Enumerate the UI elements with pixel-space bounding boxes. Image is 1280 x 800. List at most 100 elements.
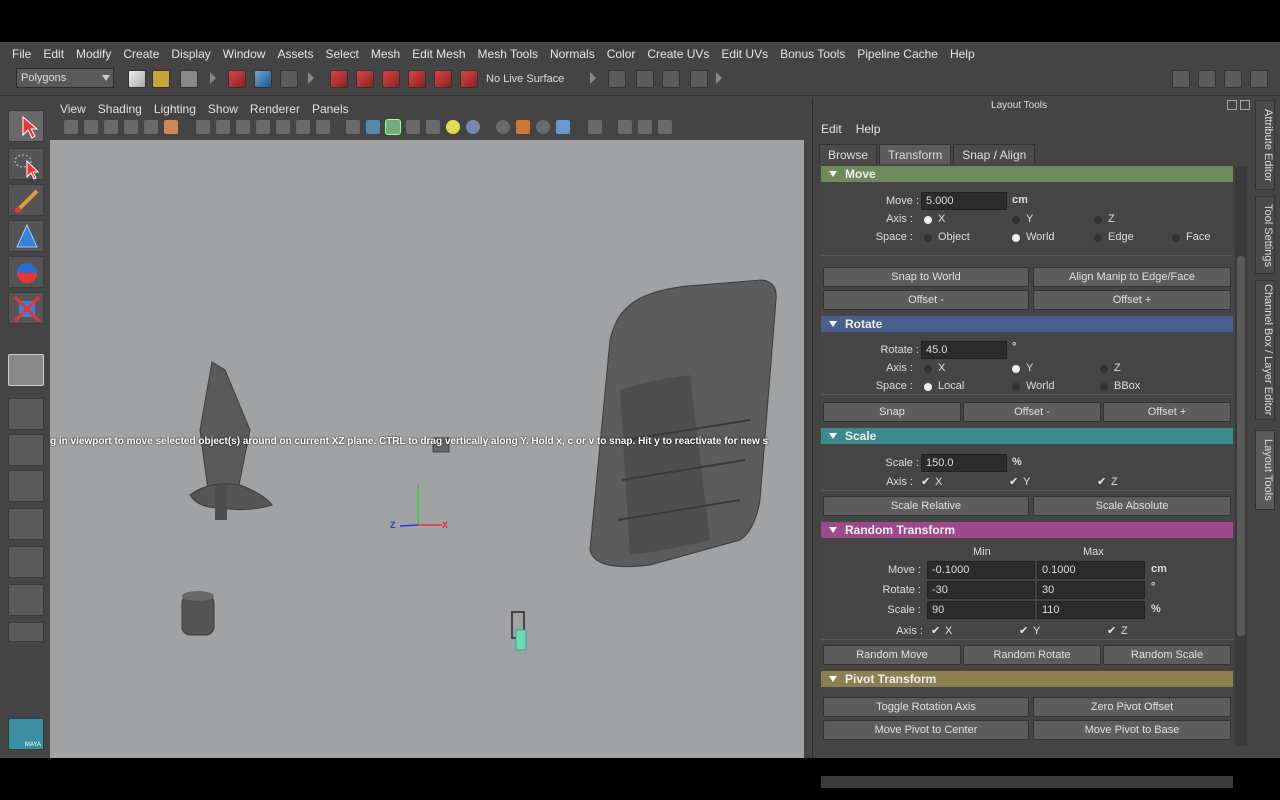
collapse-arrow-icon[interactable] bbox=[590, 72, 596, 84]
camera-attributes-icon[interactable] bbox=[84, 120, 98, 134]
move-axis-z-radio[interactable] bbox=[1094, 216, 1102, 224]
gate-mask-icon[interactable] bbox=[256, 120, 270, 134]
pivot-transform-section-header[interactable]: Pivot Transform bbox=[821, 671, 1233, 687]
scale-tool-icon[interactable] bbox=[8, 292, 44, 324]
move-offset-minus-button[interactable]: Offset - bbox=[823, 290, 1029, 310]
random-rotate-min-field[interactable]: -30 bbox=[927, 581, 1035, 599]
random-axis-y-checkbox[interactable]: ✔ bbox=[1019, 624, 1028, 637]
channel-box-toggle-icon[interactable] bbox=[1250, 70, 1268, 88]
move-section-header[interactable]: Move bbox=[821, 166, 1233, 182]
open-scene-icon[interactable] bbox=[152, 70, 170, 88]
tab-browse[interactable]: Browse bbox=[819, 144, 878, 164]
rotate-value-field[interactable]: 45.0 bbox=[921, 341, 1007, 359]
space-edge-radio[interactable] bbox=[1094, 234, 1102, 242]
scale-section-header[interactable]: Scale bbox=[821, 428, 1233, 444]
rotate-axis-x-radio[interactable] bbox=[924, 365, 932, 373]
move-tool-icon[interactable] bbox=[8, 220, 44, 252]
random-rotate-max-field[interactable]: 30 bbox=[1037, 581, 1145, 599]
select-object-icon[interactable] bbox=[254, 70, 272, 88]
selected-ladder-object[interactable] bbox=[511, 611, 527, 651]
motion-blur-icon[interactable] bbox=[516, 120, 530, 134]
xray-components-icon[interactable] bbox=[658, 120, 672, 134]
menu-create[interactable]: Create bbox=[117, 47, 165, 61]
menu-normals[interactable]: Normals bbox=[544, 47, 601, 61]
move-pivot-center-button[interactable]: Move Pivot to Center bbox=[823, 720, 1029, 740]
menu-edit-uvs[interactable]: Edit UVs bbox=[715, 47, 774, 61]
scale-relative-button[interactable]: Scale Relative bbox=[823, 496, 1029, 516]
side-tab-tool-settings[interactable]: Tool Settings bbox=[1255, 196, 1275, 274]
random-axis-x-checkbox[interactable]: ✔ bbox=[931, 624, 940, 637]
checker-icon[interactable] bbox=[426, 120, 440, 134]
random-scale-max-field[interactable]: 110 bbox=[1037, 601, 1145, 619]
move-pivot-base-button[interactable]: Move Pivot to Base bbox=[1033, 720, 1231, 740]
rotate-tool-icon[interactable] bbox=[8, 256, 44, 288]
attribute-editor-toggle-icon[interactable] bbox=[1198, 70, 1216, 88]
menu-mesh[interactable]: Mesh bbox=[365, 47, 406, 61]
align-manip-button[interactable]: Align Manip to Edge/Face bbox=[1033, 267, 1231, 287]
field-chart-icon[interactable] bbox=[276, 120, 290, 134]
lights-icon[interactable] bbox=[446, 120, 460, 134]
xray-icon[interactable] bbox=[618, 120, 632, 134]
snap-view-plane-icon[interactable] bbox=[408, 70, 426, 88]
save-scene-icon[interactable] bbox=[180, 70, 198, 88]
menu-window[interactable]: Window bbox=[217, 47, 272, 61]
film-gate-icon[interactable] bbox=[216, 120, 230, 134]
tablet-object[interactable] bbox=[589, 279, 777, 568]
menu-edit[interactable]: Edit bbox=[37, 47, 70, 61]
four-view-layout-icon[interactable] bbox=[8, 434, 44, 466]
scrollbar-thumb[interactable] bbox=[1237, 256, 1245, 636]
zero-pivot-offset-button[interactable]: Zero Pivot Offset bbox=[1033, 697, 1231, 717]
space-world-radio[interactable] bbox=[1012, 234, 1020, 242]
ssao-icon[interactable] bbox=[496, 120, 510, 134]
horizontal-scrollbar[interactable] bbox=[821, 776, 1233, 788]
panel-menu-edit[interactable]: Edit bbox=[821, 122, 842, 136]
safe-title-icon[interactable] bbox=[316, 120, 330, 134]
render-view-icon[interactable] bbox=[608, 70, 626, 88]
menu-edit-mesh[interactable]: Edit Mesh bbox=[406, 47, 471, 61]
menu-modify[interactable]: Modify bbox=[70, 47, 117, 61]
rotate-axis-z-radio[interactable] bbox=[1100, 365, 1108, 373]
rotate-offset-minus-button[interactable]: Offset - bbox=[963, 402, 1101, 422]
move-axis-x-radio[interactable] bbox=[924, 216, 932, 224]
random-scale-button[interactable]: Random Scale bbox=[1103, 645, 1231, 665]
tab-transform[interactable]: Transform bbox=[879, 144, 952, 164]
random-move-max-field[interactable]: 0.1000 bbox=[1037, 561, 1145, 579]
rotate-space-bbox-radio[interactable] bbox=[1100, 383, 1108, 391]
rotate-section-header[interactable]: Rotate bbox=[821, 316, 1233, 332]
vertical-scrollbar[interactable] bbox=[1235, 166, 1247, 746]
persp-outliner-layout-icon[interactable] bbox=[8, 470, 44, 502]
close-icon[interactable] bbox=[1240, 100, 1250, 110]
float-panel-icon[interactable] bbox=[1227, 100, 1237, 110]
menu-mesh-tools[interactable]: Mesh Tools bbox=[472, 47, 544, 61]
rotate-axis-y-radio[interactable] bbox=[1012, 365, 1020, 373]
resolution-gate-icon[interactable] bbox=[236, 120, 250, 134]
scale-axis-z-checkbox[interactable]: ✔ bbox=[1097, 475, 1106, 488]
smooth-shade-icon[interactable] bbox=[366, 120, 380, 134]
isolate-select-icon[interactable] bbox=[588, 120, 602, 134]
menu-bonus-tools[interactable]: Bonus Tools bbox=[774, 47, 851, 61]
scale-value-field[interactable]: 150.0 bbox=[921, 454, 1007, 472]
tab-snap-align[interactable]: Snap / Align bbox=[953, 144, 1036, 164]
space-object-radio[interactable] bbox=[924, 234, 932, 242]
tool-settings-toggle-icon[interactable] bbox=[1224, 70, 1242, 88]
live-surface-label[interactable]: No Live Surface bbox=[486, 73, 564, 85]
toggle-rotation-axis-button[interactable]: Toggle Rotation Axis bbox=[823, 697, 1029, 717]
perspective-viewport[interactable]: X Z g in viewport to move selected objec… bbox=[50, 140, 804, 758]
rotate-snap-button[interactable]: Snap bbox=[823, 402, 961, 422]
side-tab-channel-box[interactable]: Channel Box / Layer Editor bbox=[1255, 280, 1275, 420]
random-scale-min-field[interactable]: 90 bbox=[927, 601, 1035, 619]
random-transform-section-header[interactable]: Random Transform bbox=[821, 522, 1233, 538]
scale-axis-x-checkbox[interactable]: ✔ bbox=[921, 475, 930, 488]
render-settings-icon[interactable] bbox=[690, 70, 708, 88]
scale-axis-y-checkbox[interactable]: ✔ bbox=[1009, 475, 1018, 488]
random-move-button[interactable]: Random Move bbox=[823, 645, 961, 665]
xray-joints-icon[interactable] bbox=[638, 120, 652, 134]
rotate-space-world-radio[interactable] bbox=[1012, 383, 1020, 391]
random-rotate-button[interactable]: Random Rotate bbox=[963, 645, 1101, 665]
new-scene-icon[interactable] bbox=[128, 70, 146, 88]
collapse-arrow-icon[interactable] bbox=[210, 72, 216, 84]
persp-graph-layout-icon[interactable] bbox=[8, 508, 44, 540]
collapse-arrow-icon[interactable] bbox=[308, 72, 314, 84]
snap-surface-icon[interactable] bbox=[434, 70, 452, 88]
image-plane-icon[interactable] bbox=[124, 120, 138, 134]
